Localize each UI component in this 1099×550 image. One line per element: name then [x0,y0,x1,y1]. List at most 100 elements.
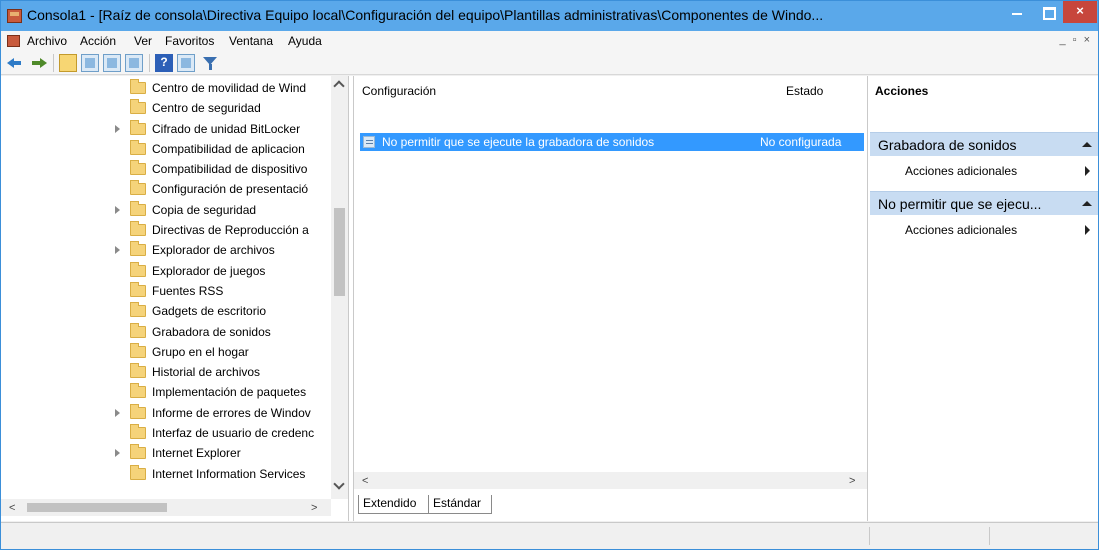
folder-icon [130,464,146,480]
folder-icon [130,281,146,297]
submenu-arrow-icon[interactable] [1085,166,1090,176]
tree-item[interactable]: Fuentes RSS [1,281,331,301]
menu-favoritos[interactable]: Favoritos [165,34,214,48]
tab-estandar[interactable]: Estándar [428,495,492,514]
tree-list: Centro de movilidad de Wind Centro de seg… [1,78,331,484]
tree-item-label: Copia de seguridad [152,202,257,217]
scroll-thumb[interactable] [27,503,167,512]
tree-item[interactable]: Informe de errores de Windov [1,403,331,423]
folder-icon [130,383,146,399]
tree-item[interactable]: Copia de seguridad [1,200,331,220]
status-divider [989,527,990,545]
action-section-header: No permitir que se ejecu... [878,196,1042,212]
scroll-right-icon[interactable]: > [311,502,317,514]
tree-item-label: Implementación de paquetes [152,385,307,400]
tree-item[interactable]: Internet Explorer [1,443,331,463]
folder-icon [130,119,146,135]
forward-arrow-icon[interactable] [29,54,47,72]
properties-icon[interactable] [103,54,121,72]
show-action-pane-icon[interactable] [177,54,195,72]
console-app-icon[interactable] [7,9,22,23]
menu-accion[interactable]: Acción [80,34,116,48]
title-bar[interactable]: Consola1 - [Raíz de consola\Directiva Eq… [1,1,1098,31]
tree-item[interactable]: Explorador de juegos [1,261,331,281]
expand-arrow-icon[interactable] [115,246,120,255]
up-level-icon[interactable] [59,54,77,72]
details-horizontal-scrollbar[interactable]: < > [354,472,867,489]
expand-arrow-icon[interactable] [115,124,120,133]
filter-icon[interactable] [201,54,219,72]
tree-item-label: Grabadora de sonidos [152,324,271,339]
tree-item-label: Historial de archivos [152,365,261,380]
tree-item[interactable]: Configuración de presentació [1,179,331,199]
tree-item[interactable]: Implementación de paquetes [1,382,331,402]
policy-row[interactable]: No permitir que se ejecute la grabadora … [360,133,864,151]
expand-arrow-icon[interactable] [115,449,120,458]
tree-item[interactable]: Internet Information Services [1,464,331,484]
tree-item[interactable]: Compatibilidad de aplicacion [1,139,331,159]
toolbar: ? [1,51,1098,75]
folder-icon [130,403,146,419]
tree-item[interactable]: Centro de seguridad [1,98,331,118]
tree-item-label: Configuración de presentació [152,182,309,197]
submenu-arrow-icon[interactable] [1085,225,1090,235]
folder-icon [130,302,146,318]
column-header-configuracion[interactable]: Configuración [362,84,436,98]
action-additional-actions[interactable]: Acciones adicionales [905,223,1017,237]
console-menu-icon[interactable] [7,35,20,47]
tree-item-label: Cifrado de unidad BitLocker [152,121,301,136]
tree-item[interactable]: Interfaz de usuario de credenc [1,423,331,443]
scroll-left-icon[interactable]: < [362,475,368,487]
column-header-estado[interactable]: Estado [786,84,823,98]
tree-item[interactable]: Grabadora de sonidos [1,322,331,342]
policy-setting-icon [363,136,375,148]
folder-icon [130,221,146,237]
tree-item-label: Fuentes RSS [152,283,224,298]
tree-item[interactable]: Compatibilidad de dispositivo [1,159,331,179]
menu-ver[interactable]: Ver [134,34,152,48]
tree-item[interactable]: Centro de movilidad de Wind [1,78,331,98]
status-divider [869,527,870,545]
folder-icon [130,99,146,115]
expand-arrow-icon[interactable] [115,205,120,214]
help-icon[interactable]: ? [155,54,173,72]
action-section-policy[interactable]: No permitir que se ejecu... [870,191,1098,215]
collapse-up-icon[interactable] [1082,142,1092,147]
collapse-up-icon[interactable] [1082,201,1092,206]
child-window-controls[interactable]: _ ▫ × [1059,34,1092,46]
scroll-left-icon[interactable]: < [9,502,15,514]
tree-item[interactable]: Cifrado de unidad BitLocker [1,119,331,139]
back-arrow-icon[interactable] [7,54,25,72]
action-section-grabadora[interactable]: Grabadora de sonidos [870,132,1098,156]
toolbar-separator [149,54,150,72]
tree-vertical-scrollbar[interactable] [331,76,348,499]
export-list-icon[interactable] [125,54,143,72]
maximize-button[interactable] [1033,1,1063,23]
menu-ventana[interactable]: Ventana [229,34,273,48]
folder-icon [130,180,146,196]
scroll-thumb[interactable] [334,208,345,296]
tree-item[interactable]: Grupo en el hogar [1,342,331,362]
tree-item[interactable]: Gadgets de escritorio [1,301,331,321]
folder-icon [130,160,146,176]
tab-extendido[interactable]: Extendido [358,495,430,514]
close-button[interactable]: × [1063,1,1097,23]
menu-archivo[interactable]: Archivo [27,34,67,48]
folder-icon [130,342,146,358]
scroll-right-icon[interactable]: > [849,475,855,487]
tree-horizontal-scrollbar[interactable]: < > [1,499,331,516]
tree-item[interactable]: Historial de archivos [1,362,331,382]
tree-item-label: Explorador de archivos [152,243,275,258]
tree-item-label: Gadgets de escritorio [152,304,267,319]
menu-ayuda[interactable]: Ayuda [288,34,322,48]
scroll-down-icon[interactable] [334,482,344,490]
expand-arrow-icon[interactable] [115,408,120,417]
scroll-up-icon[interactable] [334,82,344,90]
folder-icon [130,200,146,216]
minimize-button[interactable] [1001,1,1033,23]
tree-item-label: Grupo en el hogar [152,344,249,359]
tree-item[interactable]: Directivas de Reproducción a [1,220,331,240]
action-additional-actions[interactable]: Acciones adicionales [905,164,1017,178]
tree-item[interactable]: Explorador de archivos [1,240,331,260]
show-hide-tree-icon[interactable] [81,54,99,72]
